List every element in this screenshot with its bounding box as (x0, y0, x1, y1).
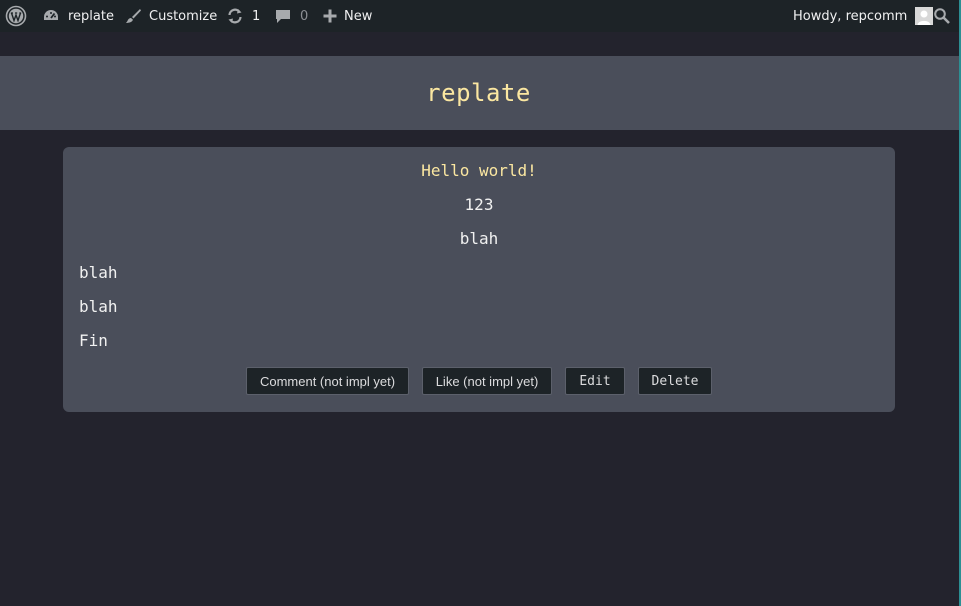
post-title: Hello world! (421, 161, 537, 180)
new-label: New (344, 8, 373, 24)
post-line: blah (79, 263, 118, 282)
updates-link[interactable]: 1 (226, 0, 260, 32)
new-content-link[interactable]: New (322, 0, 372, 32)
dashboard-icon (42, 7, 60, 25)
post-line-centered: blah (459, 229, 499, 248)
comments-link[interactable]: 0 (274, 0, 308, 32)
plus-icon (322, 8, 338, 24)
comment-button[interactable]: Comment (not impl yet) (246, 367, 409, 395)
brush-icon (124, 7, 142, 25)
comment-bubble-icon (274, 7, 292, 25)
avatar (915, 7, 934, 25)
like-button[interactable]: Like (not impl yet) (422, 367, 552, 395)
post-line-centered: 123 (464, 195, 494, 214)
delete-button[interactable]: Delete (638, 367, 712, 395)
site-name-label: replate (68, 8, 114, 24)
wordpress-logo-icon (5, 5, 27, 27)
edit-button[interactable]: Edit (565, 367, 625, 395)
search-icon (933, 7, 951, 25)
site-title[interactable]: replate (426, 79, 531, 107)
wordpress-logo-button[interactable] (5, 0, 27, 32)
post-actions: Comment (not impl yet) Like (not impl ye… (63, 367, 895, 397)
updates-count: 1 (252, 8, 261, 24)
comments-count: 0 (300, 8, 309, 24)
post-card: Hello world! 123 blah blah blah Fin Comm… (63, 147, 895, 412)
my-account-link[interactable]: Howdy, repcomm (793, 0, 934, 32)
search-button[interactable] (933, 0, 951, 32)
post-line: blah (79, 297, 118, 316)
customize-label: Customize (149, 8, 218, 24)
site-name-link[interactable]: replate (42, 0, 114, 32)
admin-bar: replate Customize 1 0 New Howdy, repcomm (0, 0, 959, 32)
site-header: replate (0, 56, 959, 130)
post-line: Fin (79, 331, 108, 350)
howdy-label: Howdy, repcomm (793, 8, 908, 24)
updates-icon (226, 7, 244, 25)
customize-link[interactable]: Customize (124, 0, 217, 32)
